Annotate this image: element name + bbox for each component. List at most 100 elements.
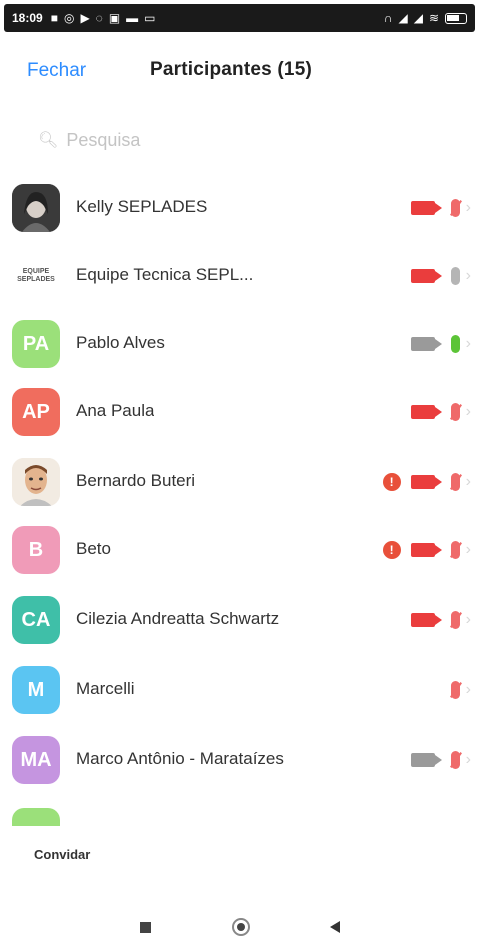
android-nav-bar [0, 906, 479, 946]
mic-on-icon [450, 335, 460, 353]
gallery-icon: ▣ [108, 11, 121, 25]
avatar: EQUIPE SEPLADES [12, 252, 60, 300]
avatar: CA [12, 596, 60, 644]
participant-name: Kelly SEPLADES [76, 197, 208, 216]
mic-muted-icon [450, 403, 460, 421]
chevron-right-icon: › [465, 541, 471, 558]
status-bar: 18:09 ■ ◎ ▶ ◌ ▣ ▬ ▭ ∩ ◢ ◢ ≋ [0, 0, 479, 34]
chevron-right-icon: › [465, 403, 471, 420]
participant-controls: › [410, 331, 471, 357]
mic-icon [450, 267, 460, 285]
participant-name: Marco Antônio - Marataízes [76, 749, 284, 768]
avatar-logo-text: EQUIPE SEPLADES [17, 268, 55, 283]
avatar-initials: M [27, 678, 45, 701]
avatar: AP [12, 388, 60, 436]
video-off-icon [410, 753, 442, 767]
mic-muted-icon [450, 541, 460, 559]
wifi-icon: ≋ [428, 11, 439, 25]
video-off-icon [410, 337, 442, 351]
chevron-right-icon: › [465, 267, 471, 284]
participant-controls: › [410, 747, 471, 773]
signal-icon: ◢ [398, 11, 408, 25]
participants-header: Fechar Participantes (15) [0, 46, 479, 96]
participant-row[interactable]: EQUIPE SEPLADES Equipe Tecnica SEPL... › [0, 246, 479, 306]
avatar: M [12, 666, 60, 714]
chevron-right-icon: › [465, 681, 471, 698]
play-icon: ▶ [80, 11, 90, 25]
participant-row[interactable]: B Beto ! › [0, 520, 479, 580]
mic-muted-icon [450, 473, 460, 491]
signal-icon: ◢ [413, 11, 423, 25]
status-time: 18:09 [12, 11, 43, 25]
participant-controls: › [410, 195, 471, 221]
avatar-initials: B [28, 538, 44, 561]
search-input[interactable] [64, 128, 429, 152]
video-icon [410, 405, 442, 419]
search-icon: 🔍︎ [38, 132, 59, 149]
chevron-right-icon: › [465, 473, 471, 490]
participant-controls: › [410, 263, 471, 289]
home-button[interactable] [232, 918, 250, 936]
participant-controls: › [450, 677, 471, 703]
avatar: PA [12, 320, 60, 368]
avatar-photo [12, 184, 60, 232]
battery-icon [445, 12, 467, 24]
participant-row[interactable]: CA Cilezia Andreatta Schwartz › [0, 590, 479, 650]
status-right-icons: ∩ ◢ ◢ ≋ [384, 12, 467, 24]
avatar: MA [12, 736, 60, 784]
participant-row[interactable]: Bernardo Buteri ! › [0, 452, 479, 512]
participant-row[interactable]: MA Marco Antônio - Marataízes › [0, 730, 479, 790]
avatar [12, 458, 60, 506]
participant-name: Pablo Alves [76, 333, 165, 352]
avatar: B [12, 526, 60, 574]
avatar [12, 808, 60, 826]
mic-muted-icon [450, 751, 460, 769]
participant-name: Beto [76, 539, 111, 558]
alert-icon: ! [382, 541, 401, 559]
app-icon: ◌ [95, 11, 103, 25]
participant-name: Ana Paula [76, 401, 155, 420]
participant-name: Marcelli [76, 679, 135, 698]
notification-icon: ■ [50, 11, 58, 25]
mic-muted-icon [450, 681, 460, 699]
message-icon: ▭ [144, 11, 156, 25]
participant-name: Cilezia Andreatta Schwartz [76, 609, 280, 628]
chevron-right-icon: › [465, 611, 471, 628]
alert-icon: ! [382, 473, 401, 491]
headset-icon: ∩ [383, 11, 393, 25]
mic-muted-icon [450, 611, 460, 629]
participant-row[interactable]: Kelly SEPLADES › [0, 178, 479, 238]
status-bar-inner: 18:09 ■ ◎ ▶ ◌ ▣ ▬ ▭ ∩ ◢ ◢ ≋ [4, 4, 475, 32]
video-icon [410, 269, 442, 283]
video-icon [410, 543, 442, 557]
avatar-initials: MA [20, 748, 52, 771]
mic-muted-icon [450, 199, 460, 217]
participant-controls: ! › [382, 469, 471, 495]
cast-icon: ▬ [126, 11, 139, 25]
participant-row[interactable]: AP Ana Paula › [0, 382, 479, 442]
participant-controls: ! › [382, 537, 471, 563]
search-bar[interactable]: 🔍︎ [38, 124, 458, 156]
whatsapp-icon: ◎ [63, 11, 75, 25]
participant-row[interactable]: PA Pablo Alves › [0, 314, 479, 374]
avatar-initials: AP [22, 400, 50, 423]
page-title: Participantes (15) [150, 59, 312, 80]
video-icon [410, 613, 442, 627]
avatar-initials: CA [21, 608, 51, 631]
chevron-right-icon: › [465, 751, 471, 768]
chevron-right-icon: › [465, 199, 471, 216]
participant-row-partial[interactable] [0, 806, 479, 826]
participant-name: Bernardo Buteri [76, 471, 196, 490]
avatar [12, 184, 60, 232]
avatar-initials: PA [22, 332, 50, 355]
recent-apps-button[interactable] [140, 922, 151, 933]
close-button[interactable]: Fechar [27, 60, 86, 82]
invite-button[interactable]: Convidar [34, 847, 90, 862]
participant-row[interactable]: M Marcelli › [0, 660, 479, 720]
back-button[interactable] [330, 921, 340, 933]
avatar-photo [12, 458, 60, 506]
video-icon [410, 475, 442, 489]
chevron-right-icon: › [465, 335, 471, 352]
video-icon [410, 201, 442, 215]
participant-name: Equipe Tecnica SEPL... [76, 265, 254, 284]
